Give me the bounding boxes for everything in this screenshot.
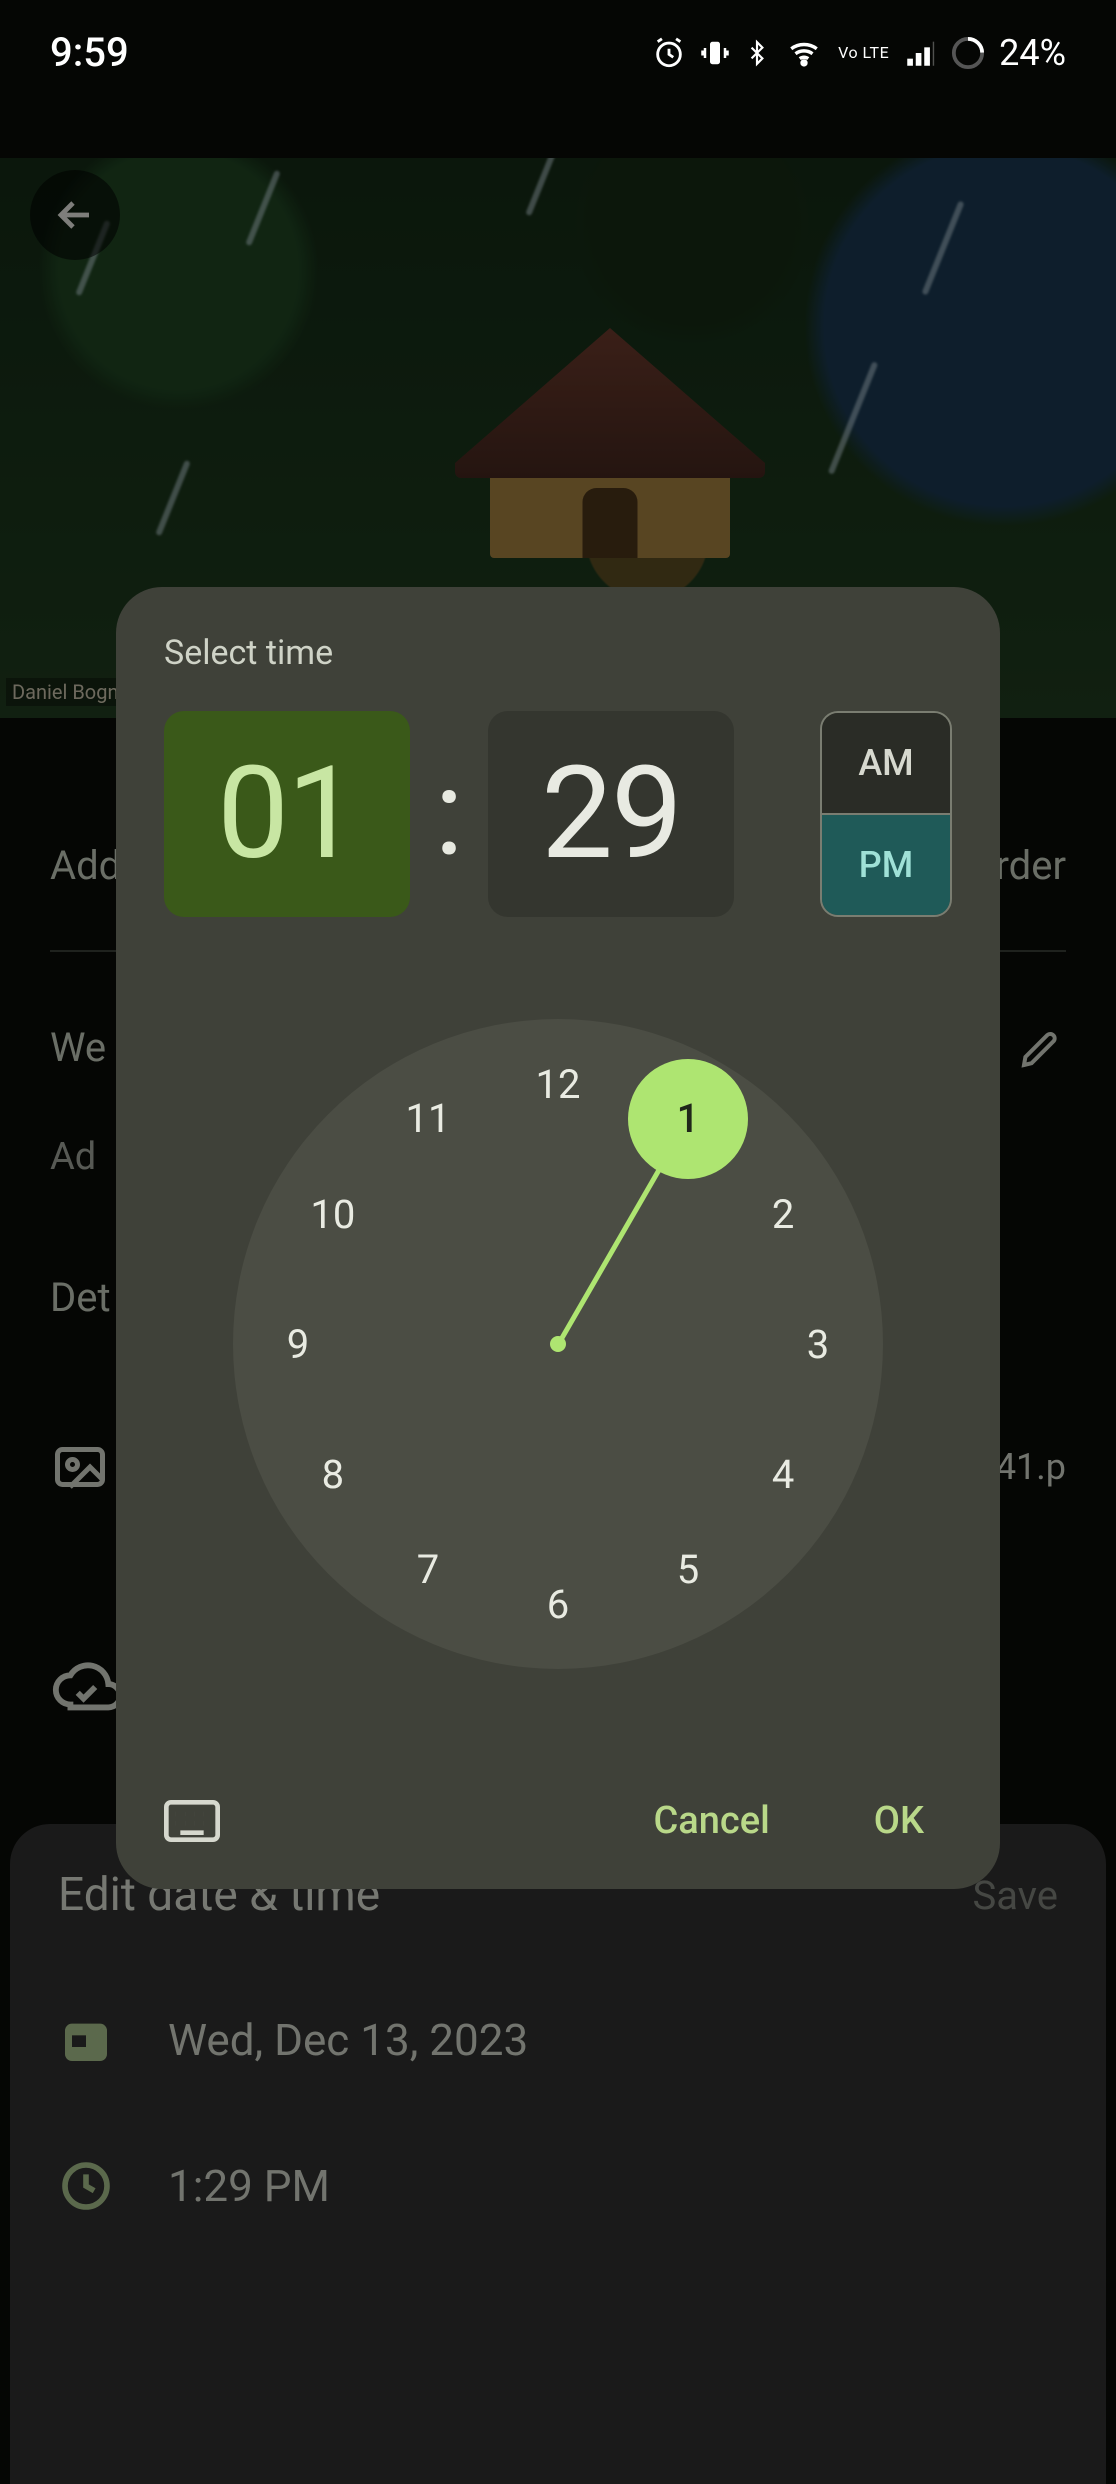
status-bar: 9:59 Vo LTE 24% bbox=[0, 0, 1116, 105]
battery-percent: 24% bbox=[999, 32, 1066, 74]
clock-hour-1[interactable]: 1 bbox=[653, 1084, 723, 1154]
clock-hour-3[interactable]: 3 bbox=[783, 1309, 853, 1379]
clock-hour-4[interactable]: 4 bbox=[748, 1439, 818, 1509]
wifi-icon bbox=[784, 36, 824, 70]
minute-field[interactable]: 29 bbox=[488, 711, 734, 917]
clock-hour-9[interactable]: 9 bbox=[263, 1309, 333, 1379]
vibrate-icon bbox=[700, 36, 730, 70]
clock-hour-10[interactable]: 10 bbox=[298, 1179, 368, 1249]
am-button[interactable]: AM bbox=[822, 713, 950, 815]
clock-hour-11[interactable]: 11 bbox=[393, 1084, 463, 1154]
time-picker-dialog: Select time 01 : 29 AM PM 12123456789101… bbox=[116, 587, 1000, 1889]
battery-ring-icon bbox=[951, 36, 985, 70]
dialog-title: Select time bbox=[164, 633, 952, 673]
keyboard-input-icon[interactable] bbox=[164, 1800, 220, 1842]
clock-face[interactable]: 12 12 3 45678 9 10 11 bbox=[233, 1019, 883, 1669]
alarm-icon bbox=[652, 36, 686, 70]
clock-hour-12[interactable]: 12 bbox=[523, 1049, 593, 1119]
clock-hour-6[interactable]: 6 bbox=[523, 1569, 593, 1639]
status-time: 9:59 bbox=[50, 29, 129, 76]
status-indicators: Vo LTE 24% bbox=[652, 32, 1066, 74]
clock-hour-8[interactable]: 8 bbox=[298, 1439, 368, 1509]
clock-center-dot bbox=[550, 1336, 566, 1352]
bluetooth-icon bbox=[744, 34, 770, 72]
ampm-toggle: AM PM bbox=[820, 711, 952, 917]
signal-icon bbox=[903, 36, 937, 70]
ok-button[interactable]: OK bbox=[846, 1787, 952, 1855]
clock-hour-2[interactable]: 2 bbox=[748, 1179, 818, 1249]
pm-button[interactable]: PM bbox=[822, 815, 950, 915]
volte-icon: Vo LTE bbox=[838, 45, 889, 61]
time-separator: : bbox=[432, 744, 466, 884]
cancel-button[interactable]: Cancel bbox=[625, 1787, 797, 1855]
clock-hour-7[interactable]: 7 bbox=[393, 1534, 463, 1604]
clock-hour-5[interactable]: 5 bbox=[653, 1534, 723, 1604]
hour-field[interactable]: 01 bbox=[164, 711, 410, 917]
